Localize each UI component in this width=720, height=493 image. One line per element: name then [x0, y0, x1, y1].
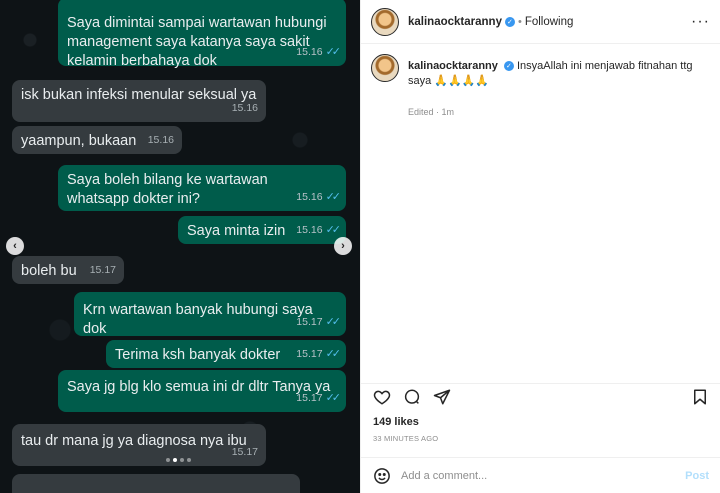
chat-message: Krn wartawan banyak hubungi saya dok 15.…: [74, 292, 346, 337]
carousel-next-button[interactable]: ›: [334, 237, 352, 255]
carousel-dot: [187, 458, 191, 462]
chevron-right-icon: ›: [341, 240, 345, 252]
comment-icon: [404, 389, 420, 404]
save-button[interactable]: [691, 388, 709, 406]
message-time: 15.17: [89, 264, 116, 276]
message-time: 15.17: [296, 348, 323, 360]
carousel-indicator: [166, 458, 191, 462]
carousel-dot: [180, 458, 184, 462]
message-time: 15.16: [296, 224, 323, 236]
likes-count[interactable]: 149 likes: [373, 416, 419, 428]
read-ticks-icon: ✓✓: [325, 348, 342, 360]
chat-message: Saya minta izin 15.16 ✓✓: [178, 216, 346, 244]
comment-input[interactable]: [401, 469, 686, 482]
post-timestamp: 33 MINUTES AGO: [373, 434, 439, 443]
avatar[interactable]: [371, 7, 399, 36]
chat-background: [0, 0, 360, 493]
chat-message: yaampun, bukaan 15.16: [12, 126, 182, 154]
heart-icon: [373, 390, 391, 405]
chat-message: Saya boleh bilang ke wartawan whatsapp d…: [58, 165, 346, 211]
chat-message-partial: [12, 474, 300, 493]
message-time: 15.16: [231, 102, 258, 114]
message-text: isk bukan infeksi menular seksual ya: [21, 87, 257, 103]
carousel-dot: [173, 458, 177, 462]
chat-message: Saya dimintai sampai wartawan hubungi ma…: [58, 0, 346, 69]
username-link[interactable]: kalinaocktaranny: [408, 16, 502, 28]
following-button[interactable]: Following: [525, 16, 574, 28]
emoji-button[interactable]: [373, 467, 391, 485]
chat-message: isk bukan infeksi menular seksual ya 15.…: [12, 80, 266, 122]
more-options-icon[interactable]: ···: [691, 13, 710, 31]
action-bar: [361, 383, 720, 409]
message-text: tau dr mana jg ya diagnosa nya ibu: [21, 433, 247, 449]
message-time: 15.17: [296, 392, 323, 404]
verified-badge-icon: ✓: [504, 16, 515, 27]
post-media-carousel[interactable]: Saya dimintai sampai wartawan hubungi ma…: [0, 0, 360, 493]
carousel-prev-button[interactable]: ‹: [6, 237, 24, 255]
carousel-dot: [166, 458, 170, 462]
read-ticks-icon: ✓✓: [325, 224, 342, 236]
caption-username[interactable]: kalinaocktaranny: [408, 60, 498, 72]
read-ticks-icon: ✓✓: [325, 316, 342, 328]
post-side-panel: kalinaocktaranny ✓ • Following ··· kalin…: [360, 0, 720, 493]
post-comment-button[interactable]: Post: [685, 470, 709, 482]
chat-message: boleh bu 15.17: [12, 256, 124, 284]
comment-bar: Post: [361, 457, 720, 493]
chat-message: tau dr mana jg ya diagnosa nya ibu 15.17: [12, 424, 266, 466]
chat-message: Saya jg blg klo semua ini dr dltr Tanya …: [58, 370, 346, 412]
read-ticks-icon: ✓✓: [325, 46, 342, 58]
comment-button[interactable]: [403, 388, 421, 406]
separator-dot: •: [517, 15, 522, 28]
read-ticks-icon: ✓✓: [325, 191, 342, 203]
post-header: kalinaocktaranny ✓ • Following ···: [361, 0, 720, 44]
paper-plane-icon: [433, 389, 451, 404]
message-time: 15.16: [296, 191, 323, 203]
caption-avatar[interactable]: [371, 54, 399, 82]
smiley-icon: [374, 467, 390, 484]
edited-timestamp: Edited · 1m: [408, 107, 455, 117]
chat-message: Terima ksh banyak dokter 15.17 ✓✓: [106, 340, 346, 368]
message-time: 15.17: [296, 316, 323, 328]
share-button[interactable]: [433, 388, 451, 406]
read-ticks-icon: ✓✓: [325, 392, 342, 404]
message-time: 15.16: [147, 134, 174, 146]
message-time: 15.17: [231, 446, 258, 458]
caption: kalinaocktaranny ✓ InsyaAllah ini menjaw…: [361, 44, 720, 117]
message-time: 15.16: [296, 46, 323, 58]
like-button[interactable]: [373, 388, 391, 406]
chevron-left-icon: ‹: [13, 240, 17, 252]
verified-badge-icon: ✓: [503, 61, 514, 72]
message-text: Saya boleh bilang ke wartawan whatsapp d…: [67, 172, 268, 207]
bookmark-icon: [694, 389, 706, 404]
